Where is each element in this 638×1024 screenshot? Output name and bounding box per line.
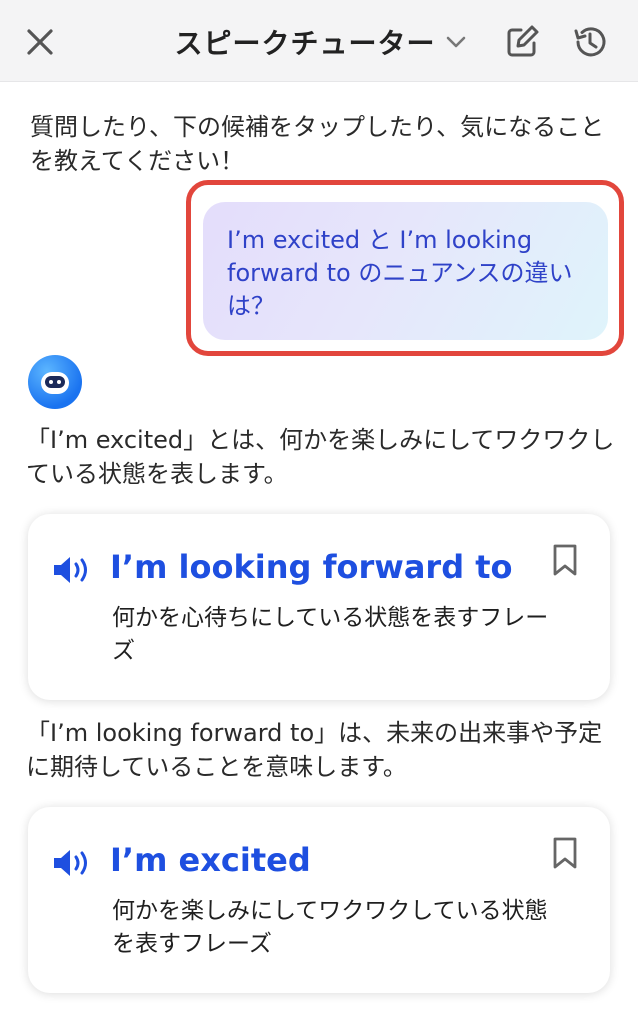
bookmark-icon: [553, 544, 577, 576]
phrase-card[interactable]: I’m looking forward to 何かを心待ちにしている状態を表すフ…: [28, 514, 610, 700]
play-audio-button[interactable]: [52, 845, 98, 881]
phrase-card[interactable]: I’m excited 何かを楽しみにしてワクワクしている状態を表すフレーズ: [28, 807, 610, 993]
phrase-title: I’m looking forward to: [110, 548, 513, 586]
top-bar: スピークチューター: [0, 0, 638, 82]
speaker-icon: [54, 850, 87, 876]
bookmark-button[interactable]: [548, 540, 582, 580]
tutor-message: 「I’m looking forward to」は、未来の出来事や予定に期待して…: [26, 719, 603, 781]
bookmark-button[interactable]: [548, 833, 582, 873]
history-icon: [574, 27, 606, 57]
phrase-title: I’m excited: [110, 841, 311, 879]
chevron-down-icon: [446, 36, 465, 48]
tutor-avatar: [28, 355, 82, 409]
tutor-selector[interactable]: スピークチューター: [160, 20, 480, 64]
bookmark-icon: [553, 837, 577, 869]
speaker-icon: [54, 557, 87, 583]
phrase-description: 何かを心待ちにしている状態を表すフレーズ: [112, 605, 549, 664]
close-button[interactable]: [18, 20, 62, 64]
play-audio-button[interactable]: [52, 552, 98, 588]
close-icon: [27, 29, 53, 55]
user-message-bubble: I’m excited と I’m looking forward to のニュ…: [203, 202, 608, 340]
tutor-message: 「I’m excited」とは、何かを楽しみにしてワクワクしている状態を表します…: [26, 426, 615, 488]
edit-icon: [507, 25, 539, 57]
page-title: スピークチューター: [174, 27, 436, 60]
intro-message: 質問したり、下の候補をタップしたり、気になることを教えてください！: [30, 113, 605, 175]
history-button[interactable]: [566, 20, 614, 64]
tutor-avatar-icon: [41, 372, 69, 394]
phrase-description: 何かを楽しみにしてワクワクしている状態を表すフレーズ: [112, 898, 548, 957]
new-chat-button[interactable]: [500, 20, 544, 64]
